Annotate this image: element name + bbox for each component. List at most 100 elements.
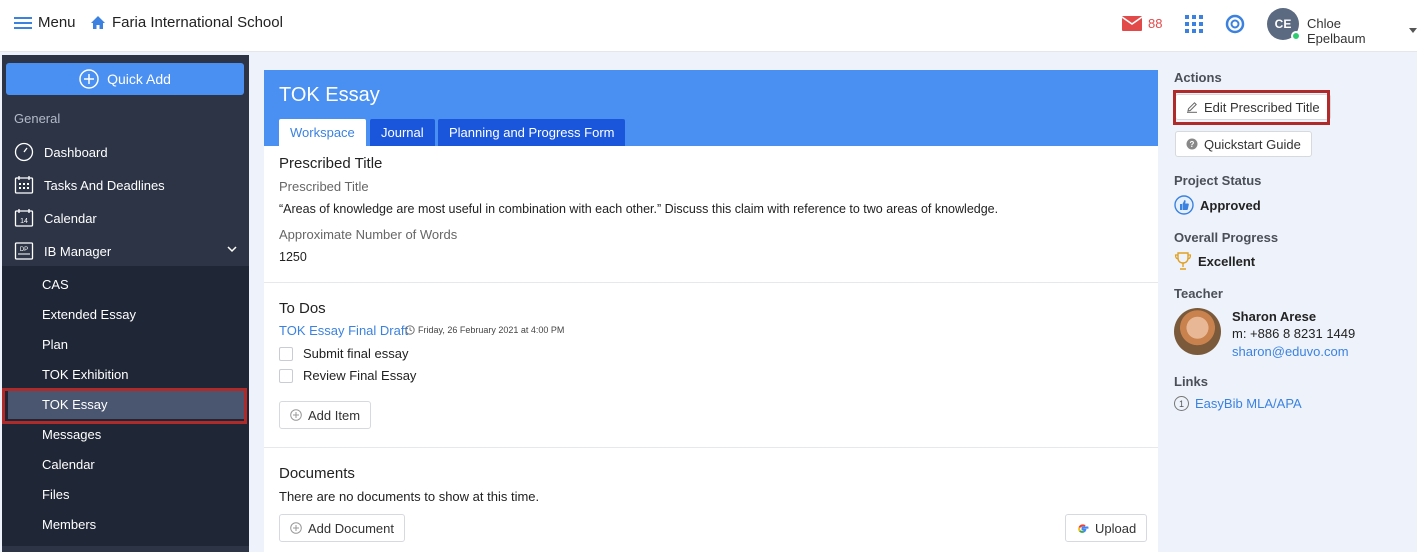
quick-add-label: Quick Add [107, 71, 171, 87]
link-easybib[interactable]: 1 EasyBib MLA/APA [1174, 396, 1302, 411]
sidebar-item-tasks[interactable]: Tasks And Deadlines [2, 169, 249, 201]
submenu-item-calendar[interactable]: Calendar [2, 449, 249, 479]
calendar-icon: 14 [14, 209, 34, 227]
sidebar-item-ib-manager[interactable]: DP IB Manager [2, 235, 249, 267]
submenu-item-tok-exhibition[interactable]: TOK Exhibition [2, 359, 249, 389]
section-general-heading: General [14, 111, 61, 126]
chevron-down-icon [227, 246, 237, 253]
add-item-button[interactable]: Add Item [279, 401, 372, 429]
svg-text:?: ? [1190, 140, 1195, 149]
dashboard-icon [14, 142, 34, 162]
submenu-item-extended-essay[interactable]: Extended Essay [2, 299, 249, 329]
todo-checkbox[interactable] [279, 368, 293, 383]
sidebar-item-calendar[interactable]: 14 Calendar [2, 202, 249, 234]
sidebar-item-label: IB Manager [44, 243, 112, 259]
online-status-dot [1291, 31, 1301, 41]
question-circle-icon: ? [1186, 138, 1198, 150]
project-status: Approved [1174, 195, 1261, 215]
submenu-item-cas[interactable]: CAS [2, 269, 249, 299]
todo-item-label: Submit final essay [303, 346, 409, 361]
overall-progress-value: Excellent [1198, 253, 1256, 269]
mail-icon [1122, 16, 1142, 31]
sidebar-item-label: Dashboard [44, 144, 108, 160]
teacher-heading: Teacher [1174, 286, 1223, 301]
prescribed-title-value: “Areas of knowledge are most useful in c… [279, 202, 999, 216]
calendar-icon-text: 14 [20, 218, 28, 225]
dp-icon-text: DP [20, 247, 28, 253]
home-icon [91, 16, 105, 29]
help-button[interactable] [1225, 14, 1245, 37]
upload-label: Upload [1095, 520, 1137, 536]
project-status-heading: Project Status [1174, 173, 1262, 188]
prescribed-title-heading: Prescribed Title [279, 155, 383, 172]
overall-progress-heading: Overall Progress [1174, 230, 1279, 245]
link-label: EasyBib MLA/APA [1195, 396, 1302, 411]
add-item-label: Add Item [308, 407, 361, 423]
user-menu[interactable]: Chloe Epelbaum [1307, 16, 1417, 46]
highlight-box-edit-title [1173, 90, 1330, 125]
user-name: Chloe Epelbaum [1307, 16, 1366, 46]
todo-item: Submit final essay [279, 346, 409, 361]
tab-journal[interactable]: Journal [370, 119, 435, 146]
page-title: TOK Essay [279, 84, 380, 106]
sidebar-item-label: Tasks And Deadlines [44, 177, 165, 193]
teacher-phone: m: +886 8 8231 1449 [1232, 326, 1356, 341]
todo-item-label: Review Final Essay [303, 368, 417, 383]
caret-down-icon [1409, 28, 1417, 33]
mail-button[interactable]: 88 [1122, 16, 1162, 31]
dp-icon: DP [14, 242, 34, 260]
add-document-label: Add Document [308, 520, 394, 536]
link-number-badge: 1 [1174, 396, 1189, 411]
todo-link-final-draft[interactable]: TOK Essay Final Draft [279, 323, 408, 338]
top-bar: Menu Faria International School 88 CE Ch… [0, 0, 1417, 52]
thumbs-up-icon [1174, 195, 1194, 215]
sidebar-item-label: Calendar [44, 210, 97, 226]
google-icon [1078, 523, 1089, 533]
add-document-button[interactable]: Add Document [279, 514, 405, 542]
project-card: TOK Essay Workspace Journal Planning and… [264, 70, 1158, 552]
clock-icon [405, 325, 415, 335]
sidebar: Quick Add General Dashboard Tasks And De… [2, 55, 249, 552]
user-avatar[interactable]: CE [1267, 8, 1301, 41]
tab-planning-progress-form[interactable]: Planning and Progress Form [438, 119, 626, 146]
highlight-box-tok-essay [2, 388, 247, 424]
quickstart-guide-label: Quickstart Guide [1204, 136, 1301, 152]
menu-label: Menu [38, 14, 76, 31]
word-count-label: Approximate Number of Words [279, 227, 458, 242]
submenu-item-plan[interactable]: Plan [2, 329, 249, 359]
calendar-grid-icon [14, 176, 34, 194]
teacher-email-link[interactable]: sharon@eduvo.com [1232, 344, 1349, 359]
todo-checkbox[interactable] [279, 346, 293, 361]
lifebuoy-icon [1225, 14, 1245, 34]
school-name: Faria International School [112, 14, 283, 31]
upload-button[interactable]: Upload [1065, 514, 1148, 542]
sidebar-item-dashboard[interactable]: Dashboard [2, 136, 249, 168]
avatar-initials: CE [1274, 17, 1292, 31]
todos-heading: To Dos [279, 300, 326, 317]
plus-circle-icon [79, 69, 99, 89]
menu-button[interactable]: Menu [14, 14, 76, 31]
apps-grid-icon [1185, 15, 1203, 33]
card-header: TOK Essay Workspace Journal Planning and… [264, 70, 1158, 146]
quick-add-button[interactable]: Quick Add [6, 63, 244, 95]
overall-progress: Excellent [1174, 251, 1255, 271]
documents-empty-text: There are no documents to show at this t… [279, 489, 540, 504]
todo-due-date: Friday, 26 February 2021 at 4:00 PM [405, 325, 564, 335]
prescribed-title-label: Prescribed Title [279, 179, 369, 194]
project-status-value: Approved [1200, 197, 1261, 213]
tab-workspace[interactable]: Workspace [279, 119, 366, 146]
school-home-link[interactable]: Faria International School [90, 14, 283, 31]
teacher-avatar [1174, 308, 1221, 355]
mail-count: 88 [1148, 16, 1163, 31]
apps-button[interactable] [1185, 15, 1203, 36]
divider [264, 282, 1158, 283]
submenu-item-members[interactable]: Members [2, 509, 249, 539]
documents-heading: Documents [279, 465, 355, 482]
plus-circle-icon [290, 409, 302, 421]
submenu-item-files[interactable]: Files [2, 479, 249, 509]
hamburger-icon [14, 16, 32, 29]
teacher-name: Sharon Arese [1232, 309, 1317, 324]
quickstart-guide-button[interactable]: ? Quickstart Guide [1175, 131, 1312, 157]
word-count-value: 1250 [279, 250, 307, 264]
todo-item: Review Final Essay [279, 368, 416, 383]
